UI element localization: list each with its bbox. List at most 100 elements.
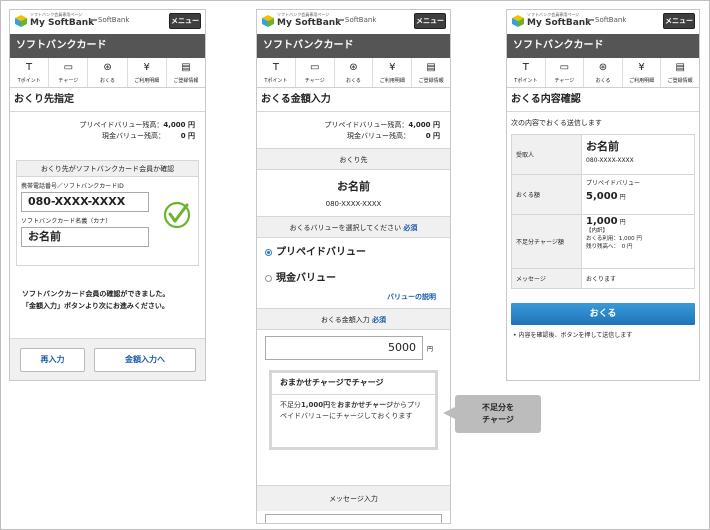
my-softbank-logo-icon (262, 15, 274, 27)
cash-balance: 現金バリュー残高： 0 円 (347, 132, 440, 140)
document-icon: ▤ (181, 62, 191, 73)
prepaid-balance: プリペイドバリュー残高：4,000 円 (324, 121, 440, 129)
brand-bar: ソフトバンク会員専用ページ My SoftBank SoftBank メニュー (10, 10, 205, 34)
tpoint-icon: T (26, 62, 33, 73)
confirm-note: • 内容を確認後、ボタンを押して送信します (513, 332, 633, 339)
phone-label: 携帯電話番号／ソフトバンクカードID (21, 183, 124, 190)
nav-item-tpoint[interactable]: T Tポイント (10, 58, 50, 87)
cash-balance: 現金バリュー残高： 0 円 (102, 132, 195, 140)
confirm-screen: ソフトバンク会員専用ページ My SoftBank SoftBank メニュー … (506, 9, 700, 381)
send-icon: ⊛ (349, 62, 358, 73)
message-header: メッセージ入力 (257, 485, 450, 511)
nav-item-profile[interactable]: ▤ ご登録情報 (412, 58, 450, 87)
destination-header: おくり先 (257, 148, 450, 170)
tpoint-icon: T (522, 62, 529, 73)
nav-item-send[interactable]: ⊛ おくる (584, 58, 623, 87)
menu-button[interactable]: メニュー (663, 13, 695, 29)
document-icon: ▤ (426, 62, 436, 73)
value-select-header: おくるバリューを選択してください 必須 (257, 216, 450, 238)
menu-button[interactable]: メニュー (414, 13, 446, 29)
send-icon: ⊛ (103, 62, 112, 73)
my-softbank-logo-icon (512, 15, 524, 27)
amount-header: おくる金額入力 必須 (257, 308, 450, 330)
table-row: 受取人 お名前 080-XXXX-XXXX (512, 135, 694, 175)
page-title: おくる金額入力 (257, 88, 450, 112)
message-input[interactable] (265, 514, 442, 523)
amount-unit: 円 (427, 346, 434, 353)
nav-item-charge[interactable]: ▭ チャージ (49, 58, 89, 87)
balance-block: プリペイドバリュー残高：4,000 円 現金バリュー残高： 0 円 (10, 112, 205, 142)
brand-bar: ソフトバンク会員専用ページ My SoftBank SoftBank メニュー (507, 10, 699, 34)
my-softbank-logo-icon (15, 15, 27, 27)
name-input[interactable]: お名前 (21, 227, 149, 247)
radio-on-icon (265, 248, 272, 256)
auto-charge-title: おまかせチャージでチャージ (272, 373, 435, 395)
confirm-message: ソフトバンクカード会員の確認ができました。 「金額入力」ボタンより次にお進みくだ… (22, 290, 170, 310)
destination-info: お名前 080-XXXX-XXXX (257, 170, 450, 216)
required-badge: 必須 (403, 224, 418, 232)
nav-bar: T Tポイント ▭ チャージ ⊛ おくる ¥ ご利用明細 ▤ ご登録情報 (257, 58, 450, 88)
destination-name: お名前 (337, 180, 370, 193)
member-confirm-box: おくり先がソフトバンクカード会員か確認 携帯電話番号／ソフトバンクカードID 0… (16, 160, 199, 266)
nav-item-statement[interactable]: ¥ ご利用明細 (373, 58, 413, 87)
amount-input-button[interactable]: 金額入力へ (94, 348, 196, 372)
reenter-button[interactable]: 再入力 (20, 348, 85, 372)
nav-item-profile[interactable]: ▤ ご登録情報 (661, 58, 699, 87)
shortfall-charge-callout: 不足分を チャージ (443, 395, 541, 433)
required-badge: 必須 (372, 316, 387, 324)
tpoint-icon: T (272, 62, 279, 73)
page-title: おくる内容確認 (507, 88, 699, 112)
send-button[interactable]: おくる (511, 303, 695, 325)
brand-name: My SoftBank (527, 18, 592, 28)
brand-name: My SoftBank (277, 18, 342, 28)
nav-item-send[interactable]: ⊛ おくる (88, 58, 128, 87)
confirm-table: 受取人 お名前 080-XXXX-XXXX おくる額 プリペイドバリュー 5,0… (511, 134, 695, 289)
nav-item-charge[interactable]: ▭ チャージ (296, 58, 335, 87)
radio-cash[interactable]: 現金バリュー (265, 272, 442, 288)
table-row: メッセージ おくります (512, 269, 694, 289)
nav-item-charge[interactable]: ▭ チャージ (546, 58, 585, 87)
auto-charge-box: おまかせチャージでチャージ 不足分1,000円をおまかせチャージからプリペイドバ… (269, 370, 438, 450)
yen-icon: ¥ (389, 62, 396, 73)
button-bar: 再入力 金額入力へ (10, 338, 205, 380)
softbank-logo: SoftBank (337, 16, 376, 24)
auto-charge-desc: 不足分1,000円をおまかせチャージからプリペイドバリューにチャージしておくりま… (280, 401, 421, 420)
value-help-link[interactable]: バリューの説明 (387, 292, 436, 302)
brand-name: My SoftBank (30, 18, 95, 28)
radio-off-icon (265, 274, 272, 282)
radio-prepaid[interactable]: プリペイドバリュー (265, 244, 442, 272)
nav-bar: T Tポイント ▭ チャージ ⊛ おくる ¥ ご利用明細 ▤ ご登録情報 (507, 58, 699, 88)
softbank-logo: SoftBank (90, 16, 129, 24)
nav-item-tpoint[interactable]: T Tポイント (257, 58, 296, 87)
amount-row: 5000 円 (257, 330, 450, 370)
yen-icon: ¥ (143, 62, 150, 73)
softbank-logo: SoftBank (587, 16, 626, 24)
prepaid-balance: プリペイドバリュー残高：4,000 円 (79, 121, 195, 129)
app-title: ソフトバンクカード (10, 34, 205, 58)
balance-block: プリペイドバリュー残高：4,000 円 現金バリュー残高： 0 円 (257, 112, 450, 148)
recipient-screen: ソフトバンク会員専用ページ My SoftBank SoftBank メニュー … (9, 9, 206, 381)
app-title: ソフトバンクカード (507, 34, 699, 58)
menu-button[interactable]: メニュー (169, 13, 201, 29)
destination-phone: 080-XXXX-XXXX (325, 200, 382, 208)
nav-item-statement[interactable]: ¥ ご利用明細 (623, 58, 662, 87)
brand-bar: ソフトバンク会員専用ページ My SoftBank SoftBank メニュー (257, 10, 450, 34)
value-radio-group: プリペイドバリュー 現金バリュー バリューの説明 (257, 238, 450, 308)
nav-item-profile[interactable]: ▤ ご登録情報 (167, 58, 205, 87)
yen-icon: ¥ (638, 62, 645, 73)
check-circle-icon (163, 201, 191, 229)
amount-screen: ソフトバンク会員専用ページ My SoftBank SoftBank メニュー … (256, 9, 451, 524)
amount-input[interactable]: 5000 (265, 336, 423, 360)
wallet-icon: ▭ (559, 62, 570, 73)
table-row: おくる額 プリペイドバリュー 5,000 円 (512, 175, 694, 215)
nav-item-statement[interactable]: ¥ ご利用明細 (128, 58, 167, 87)
phone-input[interactable]: 080-XXXX-XXXX (21, 192, 149, 212)
wallet-icon: ▭ (63, 62, 74, 73)
nav-item-send[interactable]: ⊛ おくる (335, 58, 374, 87)
document-icon: ▤ (675, 62, 685, 73)
table-row: 不足分チャージ額 1,000 円 【内訳】 おくる利用：1,000 円 残り残高… (512, 215, 694, 269)
confirm-header: おくり先がソフトバンクカード会員か確認 (17, 161, 198, 177)
send-icon: ⊛ (598, 62, 608, 73)
nav-item-tpoint[interactable]: T Tポイント (507, 58, 546, 87)
nav-bar: T Tポイント ▭ チャージ ⊛ おくる ¥ ご利用明細 ▤ ご登録情報 (10, 58, 205, 88)
